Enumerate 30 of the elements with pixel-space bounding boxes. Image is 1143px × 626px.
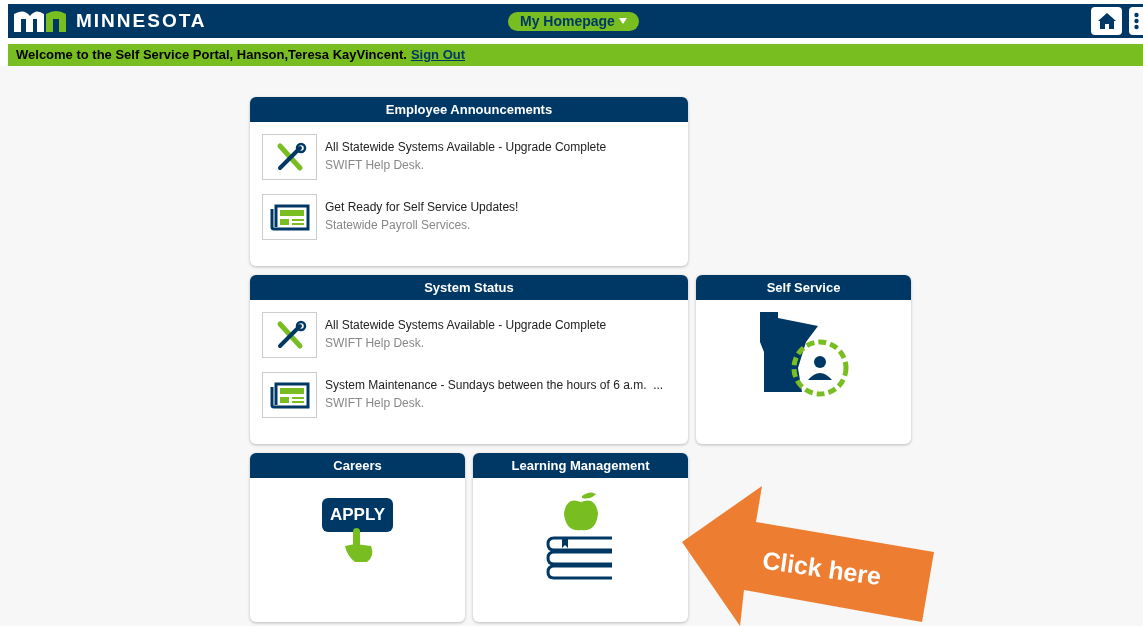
callout-text: Click here bbox=[759, 544, 884, 593]
tile-card[interactable]: Careers APPLY bbox=[250, 453, 465, 622]
tile-card[interactable]: Learning Management bbox=[473, 453, 688, 622]
page-menu-button[interactable]: My Homepage bbox=[508, 11, 639, 31]
announcement-title[interactable]: System Maintenance - Sundays between the hours of 6 a.m. ... bbox=[325, 376, 664, 394]
state-logo-icon bbox=[12, 10, 68, 32]
more-options-button[interactable] bbox=[1129, 7, 1143, 35]
logo-wordmark: MINNESOTA bbox=[76, 8, 207, 33]
welcome-message: Welcome to the Self Service Portal, Hanson,Teresa KayVincent. bbox=[16, 46, 407, 65]
announcement-title[interactable]: All Statewide Systems Available - Upgrade Complete bbox=[325, 316, 607, 334]
tile-title: System Status bbox=[424, 278, 514, 297]
tile-title: Self Service bbox=[766, 278, 841, 297]
apply-sign: APPLY bbox=[321, 498, 394, 532]
tile-card[interactable]: Employee Announcements All Statewide Systems Available - Upgrade Complete SWIFT Help Desk. Get Ready for Self Service Updates! Statewide Payroll Services. bbox=[250, 97, 688, 266]
tile-title: Employee Announcements bbox=[385, 100, 553, 119]
announcement-source: SWIFT Help Desk. bbox=[325, 157, 426, 174]
tile-title: Careers bbox=[333, 456, 382, 475]
tile-card[interactable]: Self Service bbox=[696, 275, 911, 444]
kebab-menu-icon bbox=[1133, 12, 1139, 30]
home-button[interactable] bbox=[1091, 7, 1122, 35]
announcement-source: SWIFT Help Desk. bbox=[325, 395, 426, 412]
tile-title: Learning Management bbox=[511, 456, 650, 475]
caret-icon bbox=[618, 18, 627, 24]
sign-out-link[interactable]: Sign Out bbox=[410, 45, 466, 65]
announcement-source: Statewide Payroll Services. bbox=[325, 217, 472, 234]
home-icon bbox=[1096, 12, 1117, 30]
announcement-source: SWIFT Help Desk. bbox=[325, 335, 426, 352]
announcement-title[interactable]: Get Ready for Self Service Updates! bbox=[325, 198, 519, 216]
announcement-title[interactable]: All Statewide Systems Available - Upgrade Complete bbox=[325, 138, 607, 156]
tile-card[interactable]: System Status All Statewide Systems Available - Upgrade Complete SWIFT Help Desk. System Maintenance - Sundays between the hours of 6 a.m. ... SWIFT Help Desk. bbox=[250, 275, 688, 444]
